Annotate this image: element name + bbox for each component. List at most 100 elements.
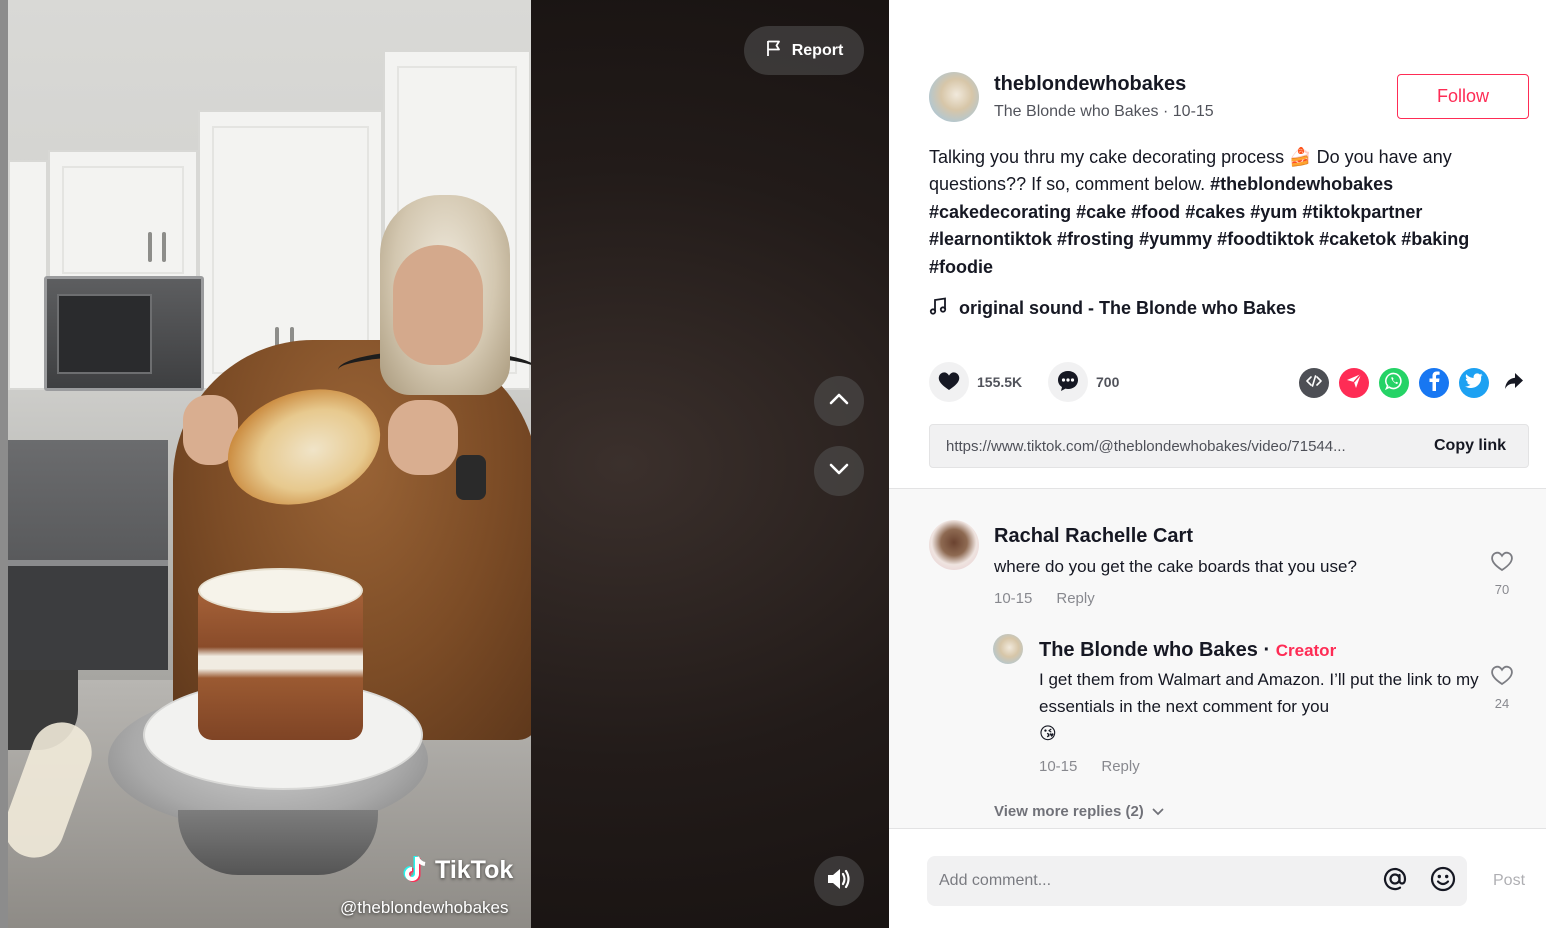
reply-meta: 10-15 Reply (1039, 758, 1140, 775)
hashtag-link[interactable]: #baking (1401, 229, 1469, 249)
next-video-button[interactable] (814, 446, 864, 496)
copy-link-button[interactable]: Copy link (1424, 437, 1528, 455)
music-label: original sound - The Blonde who Bakes (959, 298, 1297, 318)
reply-like-count: 24 (1494, 696, 1510, 711)
embed-icon (1306, 374, 1322, 392)
share-link-box: https://www.tiktok.com/@theblondewhobake… (929, 424, 1529, 468)
volume-button[interactable] (814, 856, 864, 906)
reply-like[interactable]: 24 (1490, 664, 1514, 711)
facebook-share-button[interactable] (1419, 368, 1449, 398)
reply-text-body: I get them from Walmart and Amazon. I’ll… (1039, 670, 1479, 716)
cake-stand-foot (178, 810, 378, 875)
hashtag-link[interactable]: #foodtiktok (1217, 229, 1314, 249)
view-more-replies-button[interactable]: View more replies (2) (994, 803, 1164, 820)
share-arrow-icon (1504, 372, 1524, 395)
hashtag-link[interactable]: #cakedecorating (929, 202, 1071, 222)
video-description: Talking you thru my cake decorating proc… (929, 144, 1519, 281)
author-nickname-date: The Blonde who Bakes · 10-15 (994, 103, 1214, 120)
comment-composer: Post (889, 828, 1546, 928)
comment-list[interactable]: Rachal Rachelle Cart where do you get th… (889, 488, 1546, 828)
comment-bubble-icon (1057, 370, 1079, 395)
hashtag-link[interactable]: #foodie (929, 257, 993, 277)
reply-author[interactable]: The Blonde who Bakes · Creator (1039, 639, 1336, 662)
comment-stat[interactable]: 700 (1048, 362, 1119, 402)
author-avatar[interactable] (929, 72, 979, 122)
cake-emoji: 🍰 (1289, 147, 1312, 167)
flag-icon (765, 39, 783, 62)
creator-avatar[interactable] (993, 634, 1023, 664)
hashtag-link[interactable]: #tiktokpartner (1302, 202, 1422, 222)
tiktok-logo-icon (403, 855, 429, 885)
follow-button[interactable]: Follow (1397, 74, 1529, 119)
comment-input-box[interactable] (927, 856, 1467, 906)
chevron-down-icon (1152, 803, 1164, 820)
hashtag-link[interactable]: #theblondewhobakes (1210, 174, 1393, 194)
comment-meta: 10-15 Reply (994, 590, 1095, 607)
report-button[interactable]: Report (744, 26, 864, 75)
hashtag-link[interactable]: #cake (1076, 202, 1126, 222)
video-url-text[interactable]: https://www.tiktok.com/@theblondewhobake… (930, 438, 1424, 455)
comment-input[interactable] (927, 872, 1371, 890)
music-link[interactable]: original sound - The Blonde who Bakes (929, 297, 1296, 320)
comment-like-count: 70 (1494, 582, 1510, 597)
heart-outline-icon[interactable] (1490, 550, 1514, 575)
like-stat[interactable]: 155.5K (929, 362, 1022, 402)
mention-button[interactable] (1371, 856, 1419, 906)
kiss-emoji: 😘 (1039, 724, 1057, 743)
hashtag-link[interactable]: #cakes (1185, 202, 1245, 222)
tiktok-watermark-brand: TikTok (435, 855, 514, 884)
hashtag-link[interactable]: #learnontiktok (929, 229, 1052, 249)
reply-text: I get them from Walmart and Amazon. I’ll… (1039, 666, 1479, 747)
heart-outline-icon[interactable] (1490, 664, 1514, 689)
video-pane[interactable]: TikTok @theblondewhobakes Report (0, 0, 889, 928)
reply-button[interactable]: Reply (1056, 590, 1094, 607)
kitchen-cabinet (8, 160, 48, 390)
reply-author-name[interactable]: The Blonde who Bakes (1039, 639, 1258, 661)
commenter-avatar[interactable] (929, 520, 979, 570)
description-text: Talking you thru my cake decorating proc… (929, 147, 1290, 167)
comment-button[interactable] (1048, 362, 1088, 402)
reply-button[interactable]: Reply (1101, 758, 1139, 775)
post-button[interactable]: Post (1493, 872, 1525, 890)
hashtag-link[interactable]: #food (1131, 202, 1180, 222)
hashtag-link[interactable]: #caketok (1319, 229, 1396, 249)
report-label: Report (791, 41, 844, 59)
music-note-icon (929, 297, 947, 320)
person-face (393, 245, 483, 365)
author-handle[interactable]: theblondewhobakes (994, 73, 1186, 96)
chevron-down-icon (827, 457, 851, 486)
comment-date: 10-15 (994, 590, 1033, 607)
cake-frosting-top (198, 568, 363, 613)
comment-like[interactable]: 70 (1490, 550, 1514, 597)
previous-video-button[interactable] (814, 376, 864, 426)
speaker-icon (826, 867, 852, 896)
hashtag-link[interactable]: #frosting (1057, 229, 1134, 249)
send-to-friends-button[interactable] (1339, 368, 1369, 398)
hashtag-link[interactable]: #yum (1250, 202, 1297, 222)
chevron-up-icon (827, 387, 851, 416)
twitter-icon (1465, 373, 1483, 393)
like-button[interactable] (929, 362, 969, 402)
send-icon (1346, 373, 1362, 394)
twitter-share-button[interactable] (1459, 368, 1489, 398)
comment-count: 700 (1096, 374, 1120, 390)
like-count: 155.5K (977, 374, 1023, 390)
microwave (44, 276, 204, 391)
smiley-icon (1430, 866, 1456, 897)
video-frame[interactable]: TikTok @theblondewhobakes (8, 0, 531, 928)
comment-text: where do you get the cake boards that yo… (994, 557, 1357, 576)
more-share-button[interactable] (1499, 368, 1529, 398)
heart-icon (938, 371, 960, 394)
tiktok-watermark-handle: @theblondewhobakes (340, 898, 509, 917)
hashtag-link[interactable]: #yummy (1139, 229, 1212, 249)
facebook-icon (1427, 371, 1441, 396)
emoji-button[interactable] (1419, 856, 1467, 906)
commenter-name[interactable]: Rachal Rachelle Cart (994, 525, 1193, 548)
video-info-panel: theblondewhobakes The Blonde who Bakes ·… (889, 0, 1546, 928)
oven-door (8, 560, 168, 670)
embed-button[interactable] (1299, 368, 1329, 398)
reply-date: 10-15 (1039, 758, 1078, 775)
video-blur-edge (0, 0, 8, 928)
name-separator: · (1257, 639, 1276, 661)
whatsapp-share-button[interactable] (1379, 368, 1409, 398)
